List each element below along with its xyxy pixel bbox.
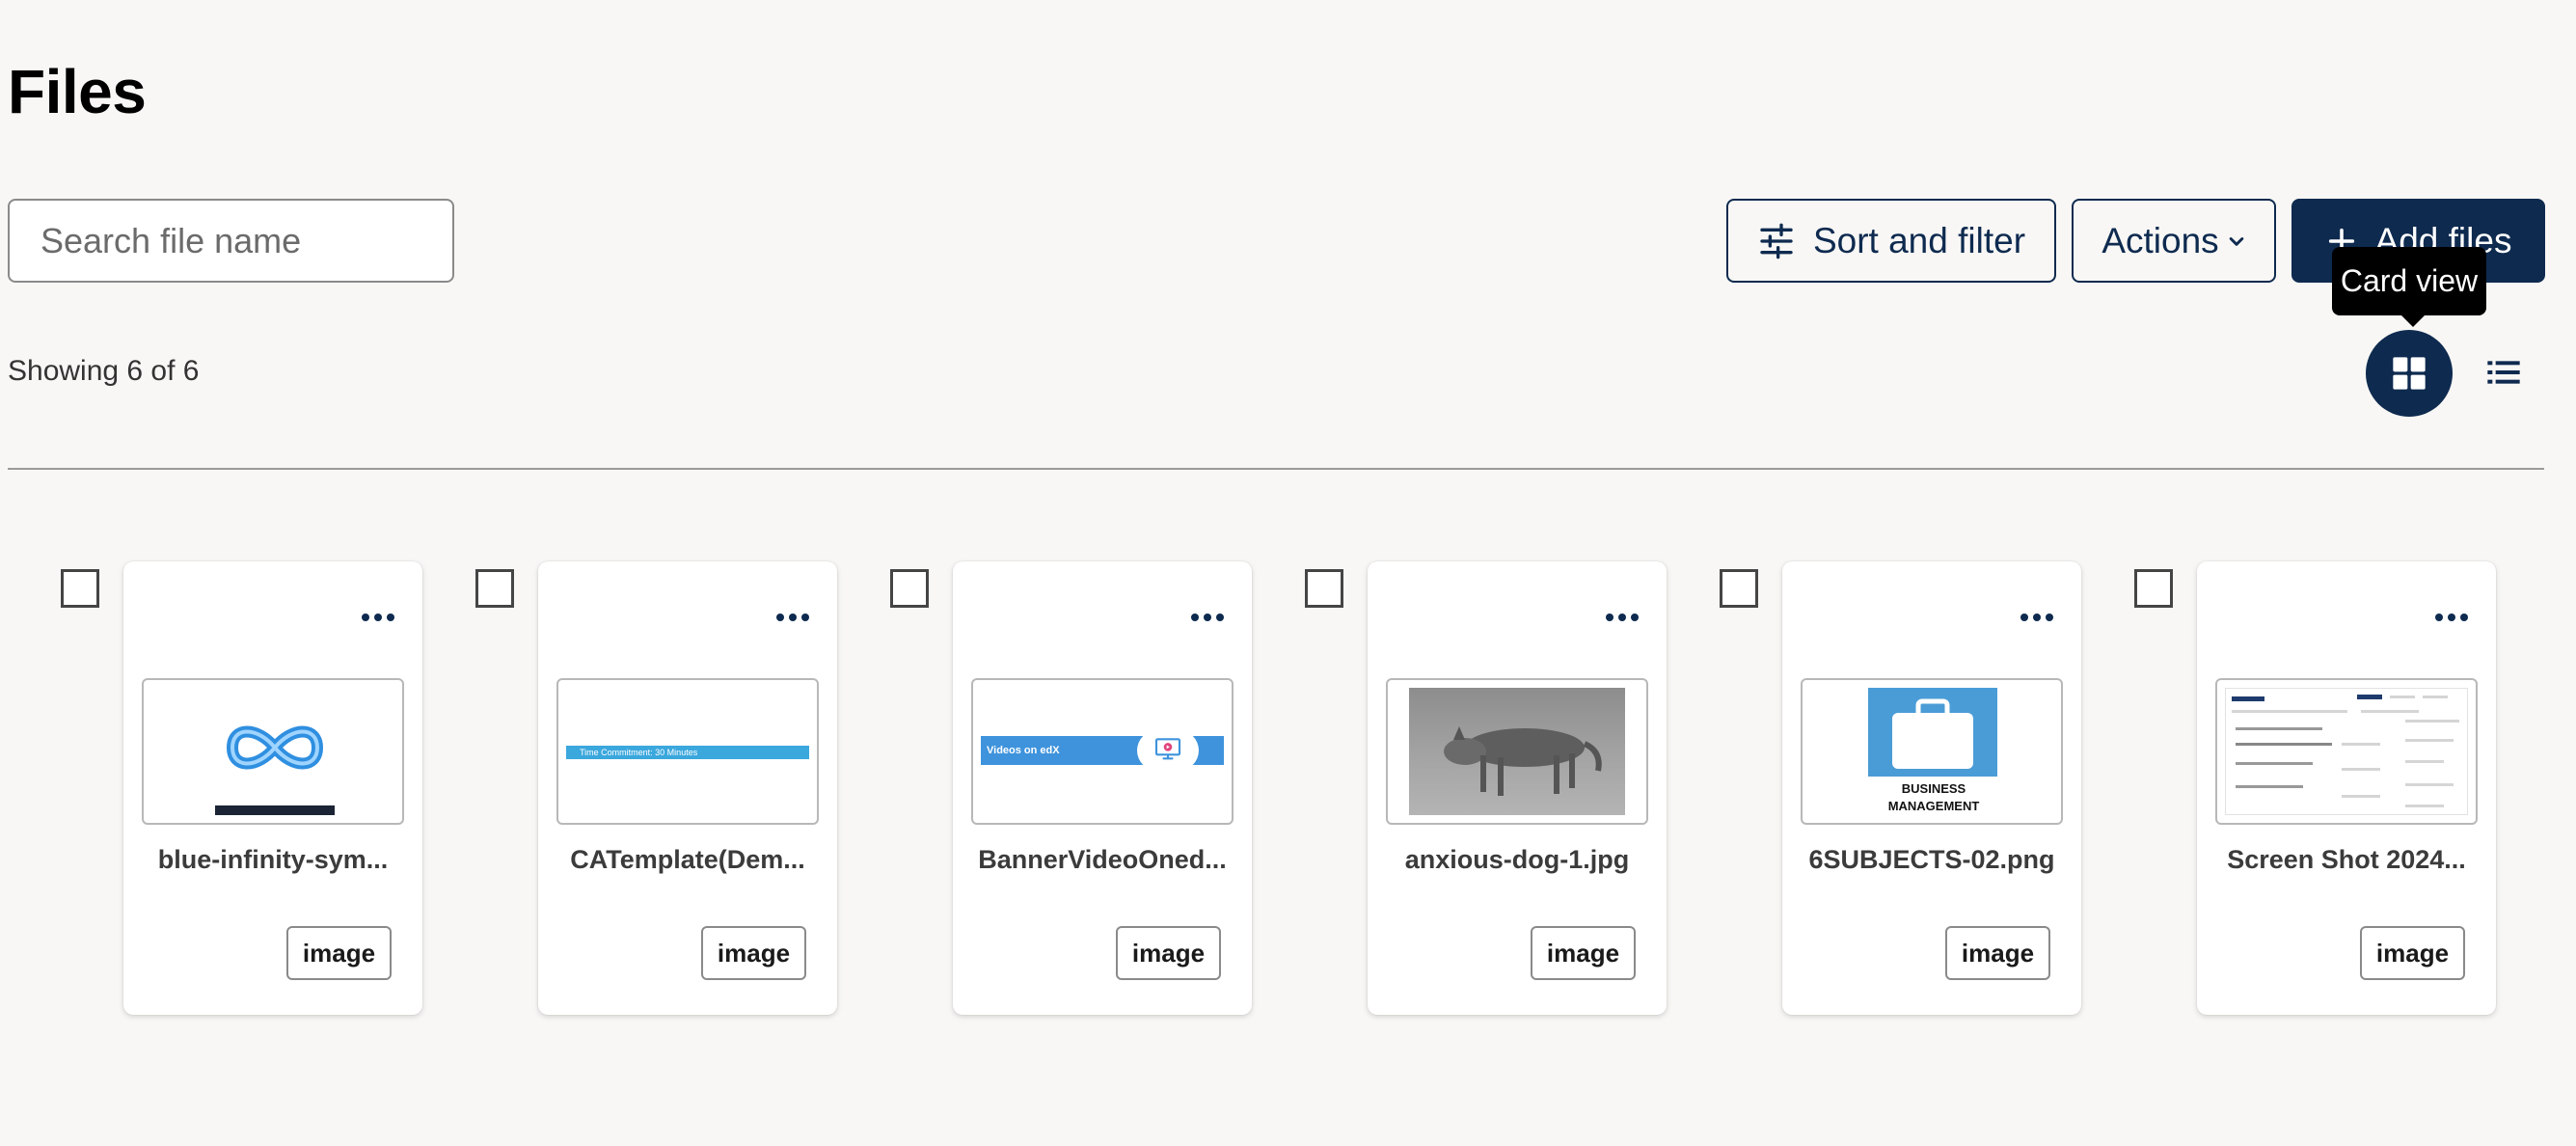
thumbnail-caption: BUSINESS MANAGEMENT xyxy=(1887,781,1980,813)
dog-photo xyxy=(1409,688,1625,815)
file-select-checkbox[interactable] xyxy=(1720,569,1758,608)
file-type-badge: image xyxy=(2360,926,2465,980)
list-icon xyxy=(2487,361,2520,384)
thumbnail-banner-text: Time Commitment: 30 Minutes xyxy=(566,746,809,759)
file-grid: blue-infinity-sym... image Time Commitme… xyxy=(0,561,2576,1015)
file-type-badge: image xyxy=(286,926,392,980)
file-name: Screen Shot 2024... xyxy=(2227,845,2466,874)
file-select-checkbox[interactable] xyxy=(1305,569,1343,608)
dog-icon xyxy=(1444,726,1602,796)
grid-icon xyxy=(2393,357,2426,390)
file-thumbnail xyxy=(142,678,404,825)
sort-and-filter-button[interactable]: Sort and filter xyxy=(1726,199,2056,283)
actions-label: Actions xyxy=(2101,220,2219,260)
more-options-icon[interactable] xyxy=(1603,606,1641,629)
briefcase-icon xyxy=(1892,698,1973,769)
chevron-down-icon xyxy=(2229,236,2243,246)
file-select-checkbox[interactable] xyxy=(2134,569,2173,608)
file-card[interactable]: Screen Shot 2024... image xyxy=(2197,561,2496,1015)
card-view-tooltip: Card view xyxy=(2332,247,2486,327)
files-page: Files Sort and filter Actions Add files … xyxy=(0,0,2576,1146)
file-select-checkbox[interactable] xyxy=(475,569,514,608)
more-options-icon[interactable] xyxy=(773,606,812,629)
file-thumbnail xyxy=(1386,678,1648,825)
sort-and-filter-label: Sort and filter xyxy=(1812,220,2026,260)
file-name: blue-infinity-sym... xyxy=(157,845,389,874)
results-count: Showing 6 of 6 xyxy=(8,355,200,387)
monitor-play-icon xyxy=(1154,738,1181,760)
file-card[interactable]: anxious-dog-1.jpg image xyxy=(1368,561,1667,1015)
search-input[interactable] xyxy=(8,199,454,283)
file-thumbnail: BUSINESS MANAGEMENT xyxy=(1801,678,2063,825)
file-card[interactable]: BUSINESS MANAGEMENT 6SUBJECTS-02.png ima… xyxy=(1782,561,2081,1015)
card-view-button[interactable] xyxy=(2366,330,2453,417)
file-type-badge: image xyxy=(701,926,806,980)
file-name: anxious-dog-1.jpg xyxy=(1404,845,1630,874)
more-options-icon[interactable] xyxy=(2432,606,2471,629)
more-options-icon[interactable] xyxy=(359,606,397,629)
file-name: 6SUBJECTS-02.png xyxy=(1808,845,2055,874)
file-thumbnail: Videos on edX xyxy=(971,678,1234,825)
file-thumbnail xyxy=(2215,678,2478,825)
file-type-badge: image xyxy=(1945,926,2050,980)
infinity-logo-icon xyxy=(215,725,335,815)
file-card[interactable]: blue-infinity-sym... image xyxy=(123,561,422,1015)
more-options-icon[interactable] xyxy=(1188,606,1227,629)
page-title: Files xyxy=(8,57,147,126)
more-options-icon[interactable] xyxy=(2018,606,2056,629)
file-thumbnail: Time Commitment: 30 Minutes xyxy=(556,678,819,825)
file-select-checkbox[interactable] xyxy=(61,569,99,608)
briefcase-tile xyxy=(1868,688,1997,777)
screenshot-preview xyxy=(2225,688,2468,815)
file-type-badge: image xyxy=(1531,926,1636,980)
file-card[interactable]: Videos on edX BannerVideoOned... image xyxy=(953,561,1252,1015)
list-view-button[interactable] xyxy=(2479,347,2529,397)
file-select-checkbox[interactable] xyxy=(890,569,929,608)
file-type-badge: image xyxy=(1116,926,1221,980)
file-card[interactable]: Time Commitment: 30 Minutes CATemplate(D… xyxy=(538,561,837,1015)
file-name: BannerVideoOned... xyxy=(978,845,1227,874)
divider xyxy=(8,468,2544,470)
actions-button[interactable]: Actions xyxy=(2072,199,2276,283)
sliders-icon xyxy=(1760,223,1793,259)
file-name: CATemplate(Dem... xyxy=(570,845,805,874)
